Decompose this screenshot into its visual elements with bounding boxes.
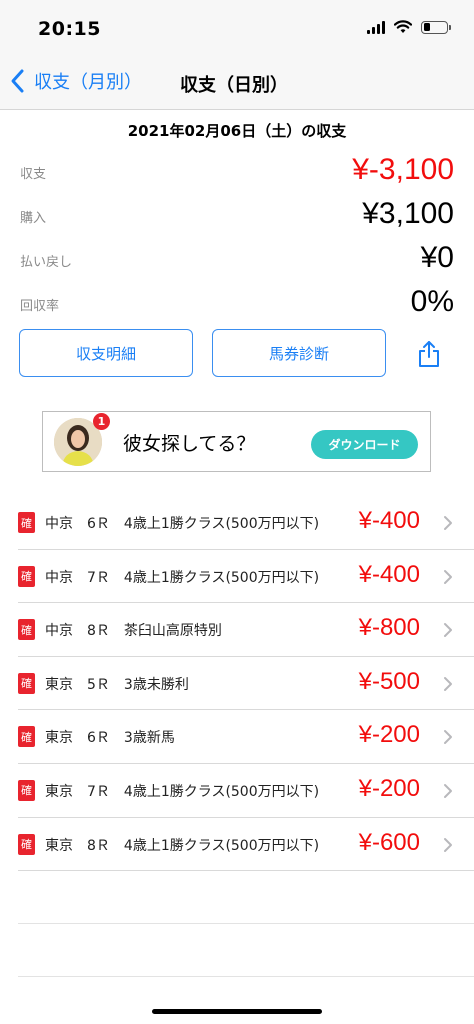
race-amount: ¥-200 — [358, 721, 420, 749]
confirmed-mark: 確 — [18, 565, 35, 587]
race-row[interactable]: 確東京 6Ｒ 3歳新馬 ¥-200 — [0, 710, 474, 764]
battery-level — [423, 23, 431, 31]
confirmed-mark: 確 — [18, 833, 35, 855]
balance-label: 収支 — [20, 167, 47, 182]
navigation-bar: 収支（月別） 収支（日別） — [0, 58, 474, 110]
list-separator — [18, 923, 474, 924]
list-separator — [18, 976, 474, 977]
status-icons — [367, 20, 451, 34]
summary-row-balance: 収支 ¥-3,100 — [20, 153, 454, 197]
race-row[interactable]: 確中京 8Ｒ 茶臼山高原特別 ¥-800 — [0, 603, 474, 657]
back-button[interactable]: 収支（月別） — [8, 68, 142, 94]
confirmed-mark: 確 — [18, 726, 35, 748]
recovery-rate-value: 0% — [410, 285, 454, 318]
recovery-rate-label: 回収率 — [20, 299, 60, 314]
confirmed-mark: 確 — [18, 672, 35, 694]
share-icon[interactable] — [417, 340, 441, 368]
race-amount: ¥-800 — [358, 614, 420, 642]
race-name: 東京 7Ｒ 4歳上1勝クラス(500万円以下) — [45, 783, 320, 800]
race-name: 東京 6Ｒ 3歳新馬 — [45, 730, 175, 747]
home-indicator — [152, 1009, 322, 1014]
date-title: 2021年02月06日（土）の収支 — [127, 122, 347, 140]
race-amount: ¥-400 — [358, 507, 420, 534]
balance-value: ¥-3,100 — [352, 153, 454, 186]
summary-row-purchase: 購入 ¥3,100 — [20, 197, 454, 241]
battery-icon — [421, 20, 451, 34]
ad-banner[interactable]: 1 彼女探してる？ ダウンロード — [42, 411, 431, 472]
confirmed-mark: 確 — [18, 512, 35, 533]
status-time: 20:15 — [38, 18, 101, 40]
race-name: 中京 8Ｒ 茶臼山高原特別 — [45, 623, 222, 640]
race-name: 東京 8Ｒ 4歳上1勝クラス(500万円以下) — [45, 837, 320, 854]
confirmed-mark: 確 — [18, 619, 35, 641]
race-amount: ¥-200 — [358, 774, 420, 802]
race-amount: ¥-600 — [358, 828, 420, 856]
ad-download-button[interactable]: ダウンロード — [311, 430, 418, 459]
cellular-signal-icon — [367, 20, 385, 34]
race-row[interactable]: 確東京 5Ｒ 3歳未勝利 ¥-500 — [0, 657, 474, 711]
chevron-right-icon — [444, 569, 452, 584]
refund-value: ¥0 — [420, 241, 454, 274]
detail-button[interactable]: 収支明細 — [19, 329, 193, 377]
chevron-left-icon — [11, 69, 24, 93]
confirmed-mark: 確 — [18, 779, 35, 801]
race-row[interactable]: 確東京 7Ｒ 4歳上1勝クラス(500万円以下) ¥-200 — [0, 764, 474, 818]
chevron-right-icon — [444, 623, 452, 638]
status-bar: 20:15 — [0, 0, 474, 58]
wifi-icon — [394, 20, 412, 33]
diagnosis-button[interactable]: 馬券診断 — [212, 329, 386, 377]
chevron-right-icon — [444, 516, 452, 530]
back-button-label: 収支（月別） — [34, 72, 142, 93]
purchase-value: ¥3,100 — [362, 197, 454, 230]
purchase-label: 購入 — [20, 211, 47, 226]
page-title: 収支（日別） — [180, 75, 288, 96]
summary-row-recovery-rate: 回収率 0% — [20, 285, 454, 329]
chevron-right-icon — [444, 783, 452, 798]
chevron-right-icon — [444, 730, 452, 745]
chevron-right-icon — [444, 676, 452, 691]
notification-badge: 1 — [93, 413, 110, 430]
race-name: 中京 6Ｒ 4歳上1勝クラス(500万円以下) — [45, 516, 320, 532]
chevron-right-icon — [444, 837, 452, 852]
race-row[interactable]: 確東京 8Ｒ 4歳上1勝クラス(500万円以下) ¥-600 — [0, 818, 474, 872]
race-row[interactable]: 確中京 7Ｒ 4歳上1勝クラス(500万円以下) ¥-400 — [0, 550, 474, 604]
race-amount: ¥-400 — [358, 560, 420, 588]
ad-text: 彼女探してる？ — [123, 433, 256, 455]
race-name: 東京 5Ｒ 3歳未勝利 — [45, 676, 189, 693]
refund-label: 払い戻し — [20, 255, 73, 270]
race-row[interactable]: 確中京 6Ｒ 4歳上1勝クラス(500万円以下) ¥-400 — [0, 496, 474, 550]
summary-row-refund: 払い戻し ¥0 — [20, 241, 454, 285]
race-amount: ¥-500 — [358, 667, 420, 695]
race-name: 中京 7Ｒ 4歳上1勝クラス(500万円以下) — [45, 569, 320, 586]
race-list: 確中京 6Ｒ 4歳上1勝クラス(500万円以下) ¥-400 確中京 7Ｒ 4歳上1… — [0, 496, 474, 871]
